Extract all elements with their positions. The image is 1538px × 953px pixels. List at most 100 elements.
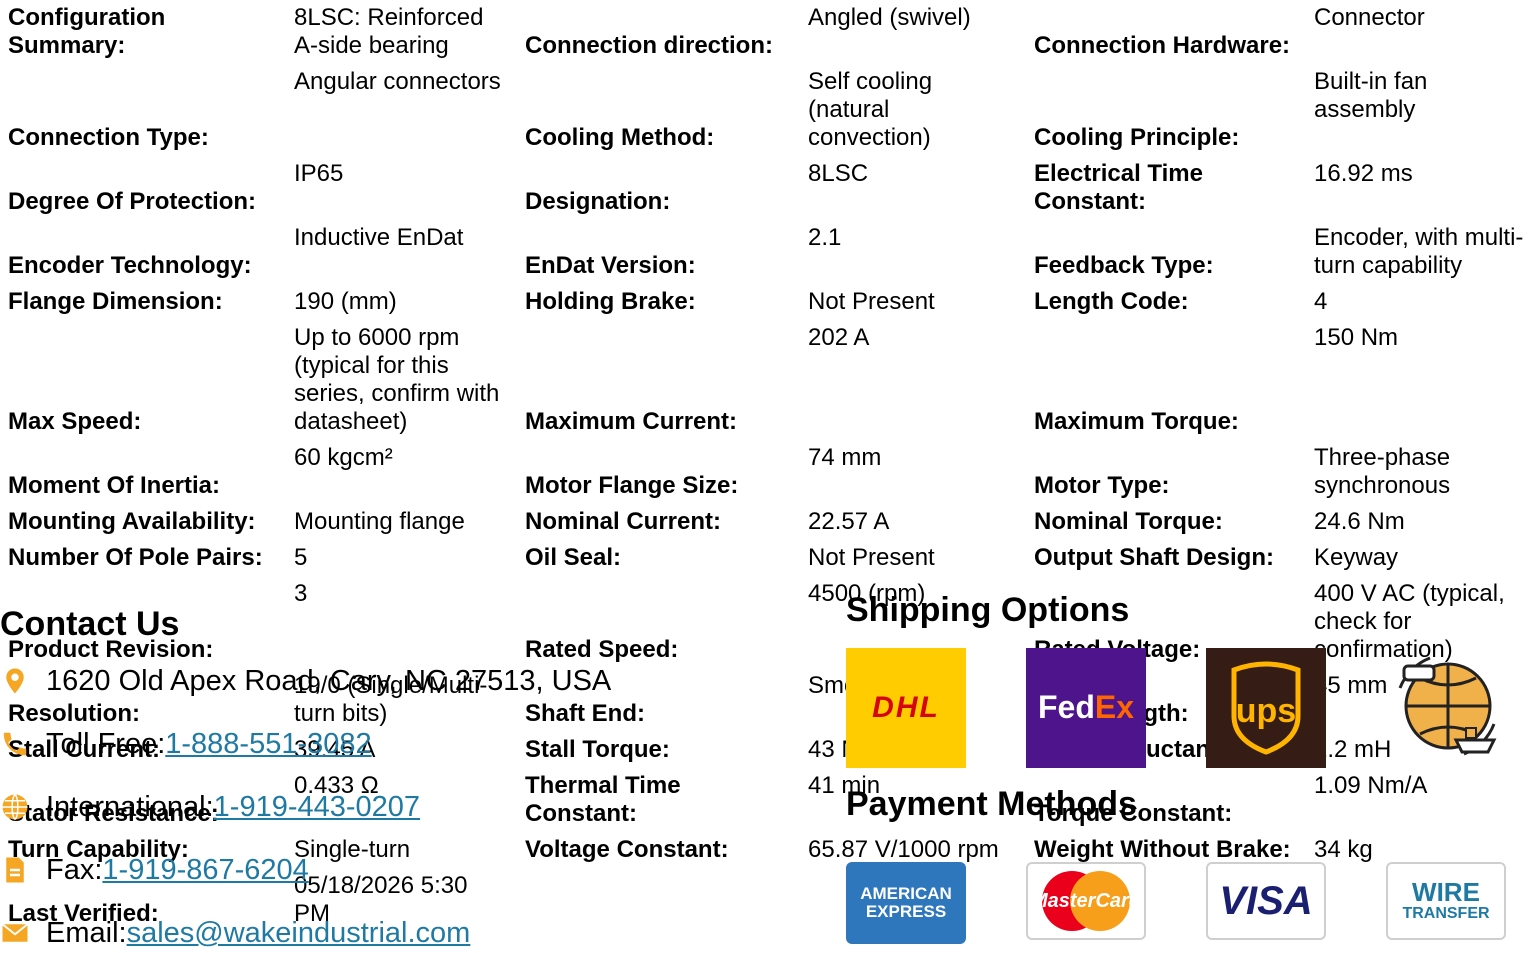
spec-value: Inductive EnDat xyxy=(294,224,464,251)
wire-line-2: TRANSFER xyxy=(1402,905,1490,922)
spec-label: Encoder Technology: xyxy=(8,252,252,279)
fax-label: Fax: xyxy=(46,854,103,886)
spec-value: 16.92 ms xyxy=(1314,160,1413,187)
spec-value: Not Present xyxy=(808,544,935,571)
spec-row: Mounting Availability: Mounting flange Nom… xyxy=(0,504,1538,540)
international-label: International: xyxy=(46,791,214,823)
amex-card: AMERICAN EXPRESS xyxy=(846,862,966,944)
contact-address: 1620 Old Apex Road, Cary, NC 27513, USA xyxy=(0,661,611,701)
spec-value: IP65 xyxy=(294,160,344,187)
fax-icon xyxy=(6,857,24,883)
spec-label: Maximum Torque: xyxy=(1034,408,1239,435)
spec-value: 150 Nm xyxy=(1314,324,1399,351)
spec-value: 3 xyxy=(294,580,308,607)
spec-label: Oil Seal: xyxy=(525,544,622,571)
shipping-options-title: Shipping Options xyxy=(846,591,1130,629)
spec-label: Motor Flange Size: xyxy=(525,472,739,499)
spec-label: Electrical Time Constant: xyxy=(1034,160,1203,215)
ups-shield-mark: ups xyxy=(1231,661,1301,755)
spec-label: Connection Type: xyxy=(8,124,209,151)
address-text: 1620 Old Apex Road, Cary, NC 27513, USA xyxy=(46,665,612,697)
visa-card: VISA xyxy=(1206,862,1326,940)
spec-value: 60 kgcm² xyxy=(294,444,393,471)
ups-logo: ups xyxy=(1206,648,1326,768)
spec-label: Thermal Time Constant: xyxy=(525,772,681,827)
spec-value: 4 xyxy=(1314,288,1328,315)
spec-value: Connector xyxy=(1314,4,1425,31)
spec-value: Self cooling (natural convection) xyxy=(808,68,933,151)
spec-value: 74 mm xyxy=(808,444,882,471)
spec-row: Encoder Technology: Inductive EnDat EnDat … xyxy=(0,220,1538,284)
spec-value: 202 A xyxy=(808,324,870,351)
wire-transfer-card: WIRE TRANSFER xyxy=(1386,862,1506,940)
dhl-logo: DHL xyxy=(846,648,966,768)
spec-value: 190 (mm) xyxy=(294,288,397,315)
fedex-logo-mark: FedEx xyxy=(1038,689,1134,725)
spec-value: 8LSC: Reinforced A-side bearing xyxy=(294,4,484,59)
spec-label: Holding Brake: xyxy=(525,288,696,315)
contact-fax: Fax: 1-919-867-6204 xyxy=(0,850,309,890)
spec-row: Connection Type: Angular connectors Coolin… xyxy=(0,64,1538,156)
spec-label: Maximum Current: xyxy=(525,408,738,435)
contact-email: Email: sales@wakeindustrial.com xyxy=(0,913,470,953)
spec-label: Cooling Principle: xyxy=(1034,124,1240,151)
spec-label: EnDat Version: xyxy=(525,252,696,279)
spec-value: Angled (swivel) xyxy=(808,4,971,31)
visa-text: VISA xyxy=(1219,879,1313,923)
spec-label: Motor Type: xyxy=(1034,472,1170,499)
spec-value: Three-phase synchronous xyxy=(1314,444,1451,499)
spec-label: Flange Dimension: xyxy=(8,288,223,315)
spec-label: Connection Hardware: xyxy=(1034,32,1291,59)
global-shipping-icon xyxy=(1386,648,1506,768)
spec-label: Length Code: xyxy=(1034,288,1189,315)
spec-value: Single-turn xyxy=(294,836,411,863)
spec-label: Nominal Torque: xyxy=(1034,508,1223,535)
contact-toll-free: Toll Free: 1-888-551-3082 xyxy=(0,724,372,764)
contact-us-title: Contact Us xyxy=(0,605,180,643)
international-link[interactable]: 1-919-443-0207 xyxy=(214,793,420,822)
dhl-logo-text: DHL xyxy=(872,691,940,724)
spec-label: Nominal Current: xyxy=(525,508,722,535)
spec-value: 22.57 A xyxy=(808,508,890,535)
spec-value: 1.09 Nm/A xyxy=(1314,772,1428,799)
phone-icon xyxy=(3,732,27,756)
spec-row: Degree Of Protection: IP65 Designation: 8LS… xyxy=(0,156,1538,220)
location-pin-icon xyxy=(6,668,24,694)
spec-label: Feedback Type: xyxy=(1034,252,1214,279)
contact-international: International: 1-919-443-0207 xyxy=(0,787,420,827)
svg-text:FedEx: FedEx xyxy=(1038,689,1134,725)
spec-row: Flange Dimension: 190 (mm) Holding Brake: N… xyxy=(0,284,1538,320)
email-label: Email: xyxy=(46,917,127,949)
spec-row: Number Of Pole Pairs: 5 Oil Seal: Not Prese… xyxy=(0,540,1538,576)
spec-label: Configuration Summary: xyxy=(8,4,166,59)
spec-row: Configuration Summary: 8LSC: Reinforced A… xyxy=(0,0,1538,64)
fax-link[interactable]: 1-919-867-6204 xyxy=(102,856,308,885)
email-link[interactable]: sales@wakeindustrial.com xyxy=(127,919,471,948)
toll-free-link[interactable]: 1-888-551-3082 xyxy=(165,730,371,759)
amex-line-2: EXPRESS xyxy=(865,902,947,921)
toll-free-label: Toll Free: xyxy=(46,728,166,760)
spec-label: Mounting Availability: xyxy=(8,508,256,535)
svg-text:ups: ups xyxy=(1236,692,1296,730)
spec-value: 2.1 xyxy=(808,224,842,251)
spec-label: Voltage Constant: xyxy=(525,836,729,863)
spec-value: Keyway xyxy=(1314,544,1399,571)
globe-icon xyxy=(2,793,28,821)
spec-label: Connection direction: xyxy=(525,32,773,59)
payment-methods-title: Payment Methods xyxy=(846,785,1137,823)
spec-label: Designation: xyxy=(525,188,671,215)
spec-label: Stall Torque: xyxy=(525,736,670,763)
spec-value: 5 xyxy=(294,544,308,571)
spec-label: Output Shaft Design: xyxy=(1034,544,1274,571)
envelope-icon xyxy=(1,923,29,942)
fedex-logo: FedEx xyxy=(1026,648,1146,768)
spec-label: Moment Of Inertia: xyxy=(8,472,221,499)
spec-value: Angular connectors xyxy=(294,68,501,95)
wire-line-1: WIRE xyxy=(1412,877,1480,907)
spec-value: Mounting flange xyxy=(294,508,465,535)
spec-label: Number Of Pole Pairs: xyxy=(8,544,263,571)
spec-value: Encoder, with multi-turn capability xyxy=(1314,224,1524,279)
spec-label: Cooling Method: xyxy=(525,124,715,151)
spec-label: Rated Speed: xyxy=(525,636,679,663)
spec-row: Max Speed: Up to 6000 rpm (typical for th… xyxy=(0,320,1538,440)
